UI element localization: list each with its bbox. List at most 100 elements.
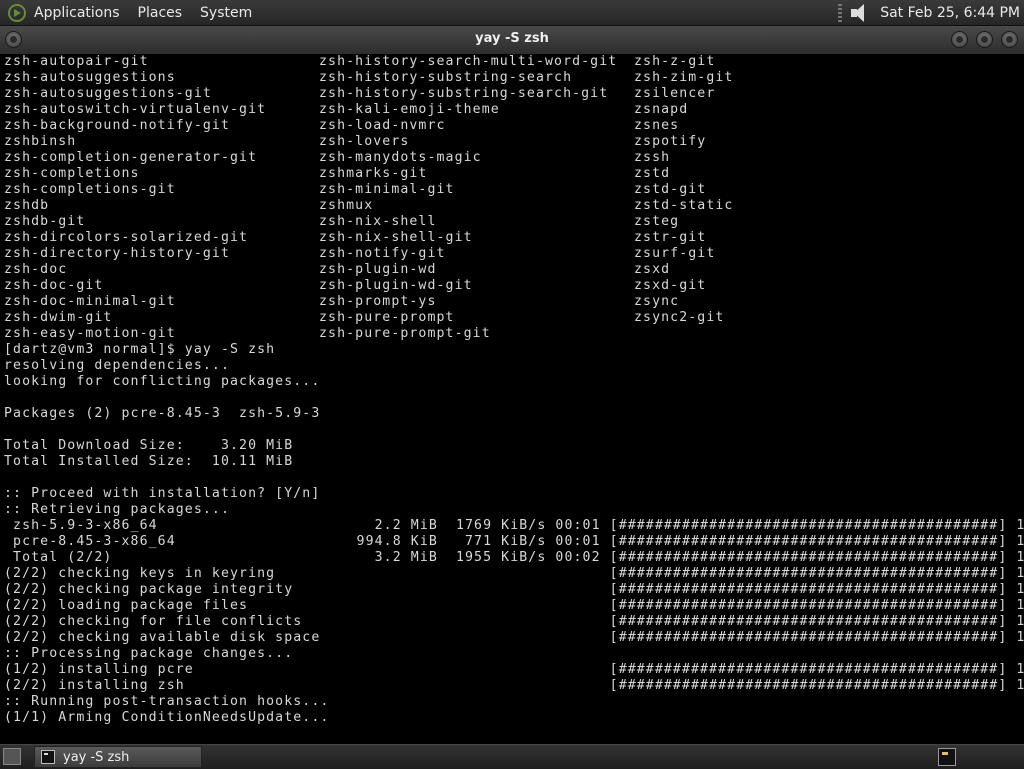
package-name: zssh bbox=[634, 150, 671, 165]
terminal-line: zsh-easy-motion-git zsh-pure-prompt-git bbox=[4, 326, 1020, 342]
taskbar-button-terminal[interactable]: yay -S zsh bbox=[34, 746, 202, 768]
package-name: zsh-autoswitch-virtualenv-git bbox=[4, 102, 267, 117]
package-name: zsh-completions-git bbox=[4, 182, 176, 197]
package-name: zsync bbox=[634, 294, 680, 309]
top-panel: Applications Places System Sat Feb 25, 6… bbox=[0, 0, 1024, 26]
terminal-line: zsh-autosuggestions-git zsh-history-subst… bbox=[4, 86, 1020, 102]
terminal-line: Packages (2) pcre-8.45-3 zsh-5.9-3 bbox=[4, 406, 321, 421]
package-name: zsh-minimal-git bbox=[319, 182, 455, 197]
terminal-line: (1/1) Arming ConditionNeedsUpdate... bbox=[4, 710, 330, 725]
terminal-line: zsh-autosuggestions zsh-history-substring… bbox=[4, 70, 1020, 86]
terminal-line: zsh-completion-generator-git zsh-manydots… bbox=[4, 150, 1020, 166]
terminal-line: :: Proceed with installation? [Y/n] bbox=[4, 486, 321, 501]
terminal-line: :: Processing package changes... bbox=[4, 646, 294, 661]
package-name: zsxd bbox=[634, 262, 671, 277]
package-name: zsh-autopair-git bbox=[4, 54, 149, 69]
package-name: zsh-notify-git bbox=[319, 246, 446, 261]
package-name: zsh-history-search-multi-word-git bbox=[319, 54, 618, 69]
package-name: zsh-background-notify-git bbox=[4, 118, 230, 133]
minimize-icon[interactable] bbox=[951, 31, 968, 48]
package-name: zshmux bbox=[319, 198, 374, 213]
terminal-line: zsh-doc zsh-plugin-wd zsxd bbox=[4, 262, 1020, 278]
volume-icon[interactable] bbox=[848, 2, 870, 24]
package-name: zsh-nix-shell bbox=[319, 214, 437, 229]
terminal-line: zsh-directory-history-git zsh-notify-git z… bbox=[4, 246, 1020, 262]
package-name: zsurf-git bbox=[634, 246, 716, 261]
terminal-line: Total (2/2) 3.2 MiB 1955 KiB/s 00:02 [##… bbox=[4, 550, 1024, 565]
terminal-line: (2/2) checking keys in keyring [########… bbox=[4, 566, 1024, 581]
package-name: zshbinsh bbox=[4, 134, 77, 149]
package-name: zsh-doc bbox=[4, 262, 68, 277]
terminal-line: (2/2) checking available disk space [###… bbox=[4, 630, 1024, 645]
maximize-icon[interactable] bbox=[976, 31, 993, 48]
package-name: zsh-completions bbox=[4, 166, 140, 181]
package-name: zsh-pure-prompt bbox=[319, 310, 455, 325]
terminal-line: (2/2) loading package files [###########… bbox=[4, 598, 1024, 613]
terminal-line: zsh-autopair-git zsh-history-search-multi… bbox=[4, 54, 1020, 70]
terminal-line: zsh-completions zshmarks-git zstd bbox=[4, 166, 1020, 182]
package-name: zsh-nix-shell-git bbox=[319, 230, 473, 245]
terminal-line: Total Installed Size: 10.11 MiB bbox=[4, 454, 294, 469]
terminal-line: (1/2) installing pcre [#################… bbox=[4, 662, 1024, 677]
package-name: zsh-lovers bbox=[319, 134, 410, 149]
terminal-output[interactable]: zsh-autopair-git zsh-history-search-multi… bbox=[0, 54, 1024, 744]
package-name: zsxd-git bbox=[634, 278, 707, 293]
package-name: zsh-dwim-git bbox=[4, 310, 113, 325]
package-name: zsh-doc-minimal-git bbox=[4, 294, 176, 309]
package-name: zsh-doc-git bbox=[4, 278, 104, 293]
terminal-line: zsh-5.9-3-x86_64 2.2 MiB 1769 KiB/s 00:0… bbox=[4, 518, 1024, 533]
package-name: zstr-git bbox=[634, 230, 707, 245]
terminal-line: zshdb-git zsh-nix-shell zsteg bbox=[4, 214, 1020, 230]
package-name: zsilencer bbox=[634, 86, 716, 101]
menu-applications[interactable]: Applications bbox=[34, 5, 120, 21]
workspace-switcher-icon[interactable] bbox=[938, 748, 956, 766]
terminal-line: (2/2) checking for file conflicts [#####… bbox=[4, 614, 1024, 629]
terminal-line: zsh-dwim-git zsh-pure-prompt zsync2-git bbox=[4, 310, 1020, 326]
package-name: zstd-static bbox=[634, 198, 734, 213]
menu-system[interactable]: System bbox=[200, 5, 252, 21]
package-name: zshdb-git bbox=[4, 214, 86, 229]
close-icon[interactable] bbox=[1001, 31, 1018, 48]
terminal-line: zsh-doc-minimal-git zsh-prompt-ys zsync bbox=[4, 294, 1020, 310]
package-name: zsh-dircolors-solarized-git bbox=[4, 230, 249, 245]
terminal-line: zsh-doc-git zsh-plugin-wd-git zsxd-git bbox=[4, 278, 1020, 294]
panel-clock[interactable]: Sat Feb 25, 6:44 PM bbox=[880, 5, 1020, 21]
package-name: zstd bbox=[634, 166, 671, 181]
package-name: zsh-zim-git bbox=[634, 70, 734, 85]
package-name: zsteg bbox=[634, 214, 680, 229]
terminal-line: pcre-8.45-3-x86_64 994.8 KiB 771 KiB/s 0… bbox=[4, 534, 1024, 549]
terminal-line: :: Retrieving packages... bbox=[4, 502, 230, 517]
terminal-line: zshdb zshmux zstd-static bbox=[4, 198, 1020, 214]
package-name: zsync2-git bbox=[634, 310, 725, 325]
terminal-line: (2/2) installing zsh [##################… bbox=[4, 678, 1024, 693]
terminal-line: zsh-background-notify-git zsh-load-nvmrc z… bbox=[4, 118, 1020, 134]
package-name: zsh-autosuggestions bbox=[4, 70, 176, 85]
package-name: zsh-history-substring-search bbox=[319, 70, 573, 85]
package-name: zstd-git bbox=[634, 182, 707, 197]
terminal-line: [dartz@vm3 normal]$ yay -S zsh bbox=[4, 342, 276, 357]
taskbar-button-label: yay -S zsh bbox=[63, 749, 130, 765]
package-name: zsnapd bbox=[634, 102, 689, 117]
bottom-panel: yay -S zsh bbox=[0, 744, 1024, 769]
terminal-line: looking for conflicting packages... bbox=[4, 374, 321, 389]
package-name: zsh-autosuggestions-git bbox=[4, 86, 212, 101]
terminal-line: Total Download Size: 3.20 MiB bbox=[4, 438, 294, 453]
terminal-icon bbox=[41, 750, 55, 764]
terminal-line: :: Running post-transaction hooks... bbox=[4, 694, 330, 709]
package-name: zshmarks-git bbox=[319, 166, 428, 181]
package-name: zsh-completion-generator-git bbox=[4, 150, 258, 165]
distro-menu-icon[interactable] bbox=[8, 3, 26, 22]
panel-handle-icon bbox=[838, 3, 843, 22]
terminal-line: zsh-dircolors-solarized-git zsh-nix-shell… bbox=[4, 230, 1020, 246]
package-name: zsh-easy-motion-git bbox=[4, 326, 176, 341]
package-name: zsh-manydots-magic bbox=[319, 150, 482, 165]
package-name: zsh-z-git bbox=[634, 54, 716, 69]
package-name: zsh-pure-prompt-git bbox=[319, 326, 491, 341]
menu-places[interactable]: Places bbox=[138, 5, 183, 21]
window-titlebar[interactable]: yay -S zsh bbox=[0, 26, 1024, 55]
terminal-line: (2/2) checking package integrity [######… bbox=[4, 582, 1024, 597]
package-name: zsh-prompt-ys bbox=[319, 294, 437, 309]
show-desktop-icon[interactable] bbox=[3, 748, 21, 765]
terminal-line: zsh-completions-git zsh-minimal-git zstd-g… bbox=[4, 182, 1020, 198]
package-name: zsnes bbox=[634, 118, 680, 133]
